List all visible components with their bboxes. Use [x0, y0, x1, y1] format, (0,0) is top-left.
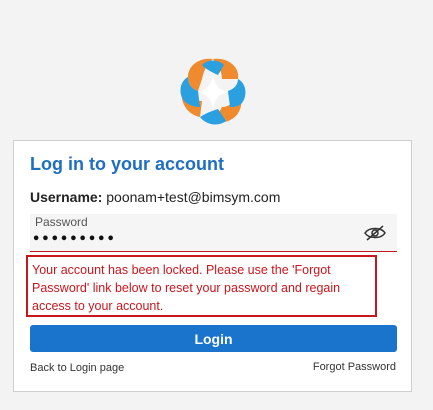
username-value: poonam+test@bimsym.com — [106, 189, 281, 205]
password-field[interactable]: Password ••••••••• — [30, 214, 397, 252]
login-card: Log in to your account Username: poonam+… — [13, 140, 412, 392]
back-to-login-link[interactable]: Back to Login page — [30, 362, 124, 374]
password-label: Password — [35, 215, 88, 229]
error-message: Your account has been locked. Please use… — [26, 255, 377, 317]
forgot-password-link[interactable]: Forgot Password — [313, 361, 396, 373]
eye-slash-icon[interactable] — [363, 224, 387, 242]
password-value[interactable]: ••••••••• — [32, 232, 116, 247]
brand-logo — [178, 55, 248, 129]
username-row: Username: poonam+test@bimsym.com — [30, 189, 280, 205]
page-title: Log in to your account — [30, 154, 224, 174]
login-button[interactable]: Login — [30, 325, 397, 352]
username-label: Username: — [30, 189, 103, 205]
